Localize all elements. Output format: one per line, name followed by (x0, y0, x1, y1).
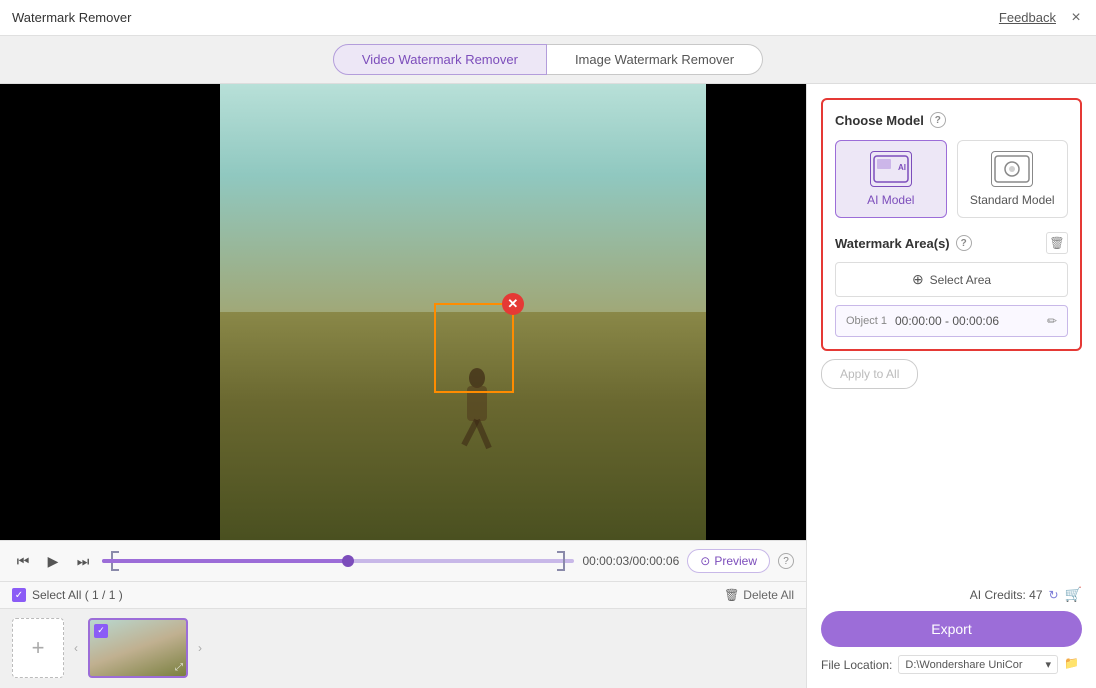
file-location-value: D:\Wondershare UniCor (905, 659, 1022, 671)
chevron-down-icon: ▾ (1045, 658, 1051, 671)
title-bar: Watermark Remover Feedback × (0, 0, 1096, 36)
standard-model-option[interactable]: Standard Model (957, 140, 1069, 218)
timeline-track[interactable] (102, 551, 574, 571)
file-location-select[interactable]: D:\Wondershare UniCor ▾ (898, 655, 1058, 674)
ai-model-option[interactable]: AI AI Model (835, 140, 947, 218)
expand-icon: ⤢ (175, 662, 183, 673)
watermark-area-section: Watermark Area(s) ? 🗑 ⊕ Select Area Obje… (835, 232, 1068, 337)
timeline-bar: ⏮ ▶ ⏭ 00:00:03/00:00:06 ⊙ Preview ? (0, 540, 806, 581)
thumbnail-strip: + ‹ ✓ ⤢ › (0, 608, 806, 688)
close-button[interactable]: × (1068, 10, 1084, 26)
select-area-button[interactable]: ⊕ Select Area (835, 262, 1068, 297)
file-location-label: File Location: (821, 658, 892, 672)
forward-button[interactable]: ⏭ (72, 550, 94, 572)
thumbnail-next-arrow[interactable]: › (196, 639, 204, 657)
watermark-header: Watermark Area(s) ? 🗑 (835, 232, 1068, 254)
cart-icon[interactable]: 🛒 (1065, 586, 1082, 603)
apply-all-button[interactable]: Apply to All (821, 359, 918, 389)
delete-all-button[interactable]: 🗑 Delete All (724, 588, 794, 602)
timeline-progress (102, 559, 348, 563)
timeline-right-bracket (557, 551, 565, 571)
export-button[interactable]: Export (821, 611, 1082, 647)
choose-model-label: Choose Model (835, 113, 924, 128)
right-bottom: AI Credits: 47 ↻ 🛒 Export File Location:… (821, 586, 1082, 674)
timeline-background (102, 559, 574, 563)
bottom-strip: ✓ Select All ( 1 / 1 ) 🗑 Delete All (0, 581, 806, 608)
main-content: ✕ ⏮ ▶ ⏭ 00:00: (0, 84, 1096, 688)
title-bar-controls: Feedback × (999, 10, 1084, 26)
ai-model-label: AI Model (867, 193, 914, 207)
video-area: ✕ (0, 84, 806, 540)
refresh-icon[interactable]: ↻ (1049, 588, 1059, 602)
select-all-checkbox[interactable]: ✓ Select All ( 1 / 1 ) (12, 588, 123, 602)
select-all-label: Select All ( 1 / 1 ) (32, 588, 123, 602)
watermark-trash-button[interactable]: 🗑 (1046, 232, 1068, 254)
tab-video-watermark[interactable]: Video Watermark Remover (333, 44, 547, 75)
preview-button[interactable]: ⊙ Preview (687, 549, 770, 573)
credits-label: AI Credits: 47 (970, 588, 1043, 602)
selection-box[interactable]: ✕ (434, 303, 514, 393)
folder-icon[interactable]: 📁 (1064, 656, 1082, 674)
object-time: 00:00:00 - 00:00:06 (895, 314, 1039, 328)
trash-icon: 🗑 (724, 588, 739, 602)
choose-model-section: Choose Model ? AI AI Model (821, 98, 1082, 351)
rewind-button[interactable]: ⏮ (12, 550, 34, 572)
time-display: 00:00:03/00:00:06 (582, 554, 679, 568)
video-black-left (0, 84, 220, 540)
preview-label: Preview (714, 554, 757, 568)
edit-icon[interactable]: ✏ (1047, 314, 1057, 328)
standard-model-icon (991, 151, 1033, 187)
selection-close-button[interactable]: ✕ (502, 293, 524, 315)
ai-model-icon: AI (870, 151, 912, 187)
object-label: Object 1 (846, 315, 887, 327)
tab-bar: Video Watermark Remover Image Watermark … (0, 36, 1096, 84)
thumbnail-checkbox: ✓ (94, 624, 108, 638)
watermark-area-help-icon[interactable]: ? (956, 235, 972, 251)
standard-model-label: Standard Model (970, 193, 1055, 207)
file-location-row: File Location: D:\Wondershare UniCor ▾ 📁 (821, 655, 1082, 674)
delete-all-label: Delete All (743, 588, 794, 602)
right-panel: Choose Model ? AI AI Model (806, 84, 1096, 688)
app-title: Watermark Remover (12, 10, 131, 25)
model-options: AI AI Model Standar (835, 140, 1068, 218)
svg-text:AI: AI (898, 163, 906, 172)
watermark-area-title: Watermark Area(s) ? (835, 235, 972, 251)
watermark-area-label: Watermark Area(s) (835, 236, 950, 251)
thumbnail-prev-arrow[interactable]: ‹ (72, 639, 80, 657)
timeline-help-icon[interactable]: ? (778, 553, 794, 569)
feedback-link[interactable]: Feedback (999, 10, 1056, 25)
choose-model-help-icon[interactable]: ? (930, 112, 946, 128)
tab-image-watermark[interactable]: Image Watermark Remover (547, 44, 763, 75)
apply-all-container: Apply to All (821, 359, 1082, 389)
timeline-thumb[interactable] (342, 555, 354, 567)
checkbox-icon: ✓ (12, 588, 26, 602)
object-item: Object 1 00:00:00 - 00:00:06 ✏ (835, 305, 1068, 337)
video-panel: ✕ ⏮ ▶ ⏭ 00:00: (0, 84, 806, 688)
crosshair-icon: ⊕ (912, 271, 924, 288)
select-area-label: Select Area (930, 273, 991, 287)
video-black-right (706, 84, 806, 540)
credits-row: AI Credits: 47 ↻ 🛒 (821, 586, 1082, 603)
preview-icon: ⊙ (700, 554, 710, 568)
play-button[interactable]: ▶ (42, 550, 64, 572)
add-media-button[interactable]: + (12, 618, 64, 678)
choose-model-title: Choose Model ? (835, 112, 1068, 128)
video-image-main: ✕ (220, 84, 706, 540)
thumbnail-item[interactable]: ✓ ⤢ (88, 618, 188, 678)
